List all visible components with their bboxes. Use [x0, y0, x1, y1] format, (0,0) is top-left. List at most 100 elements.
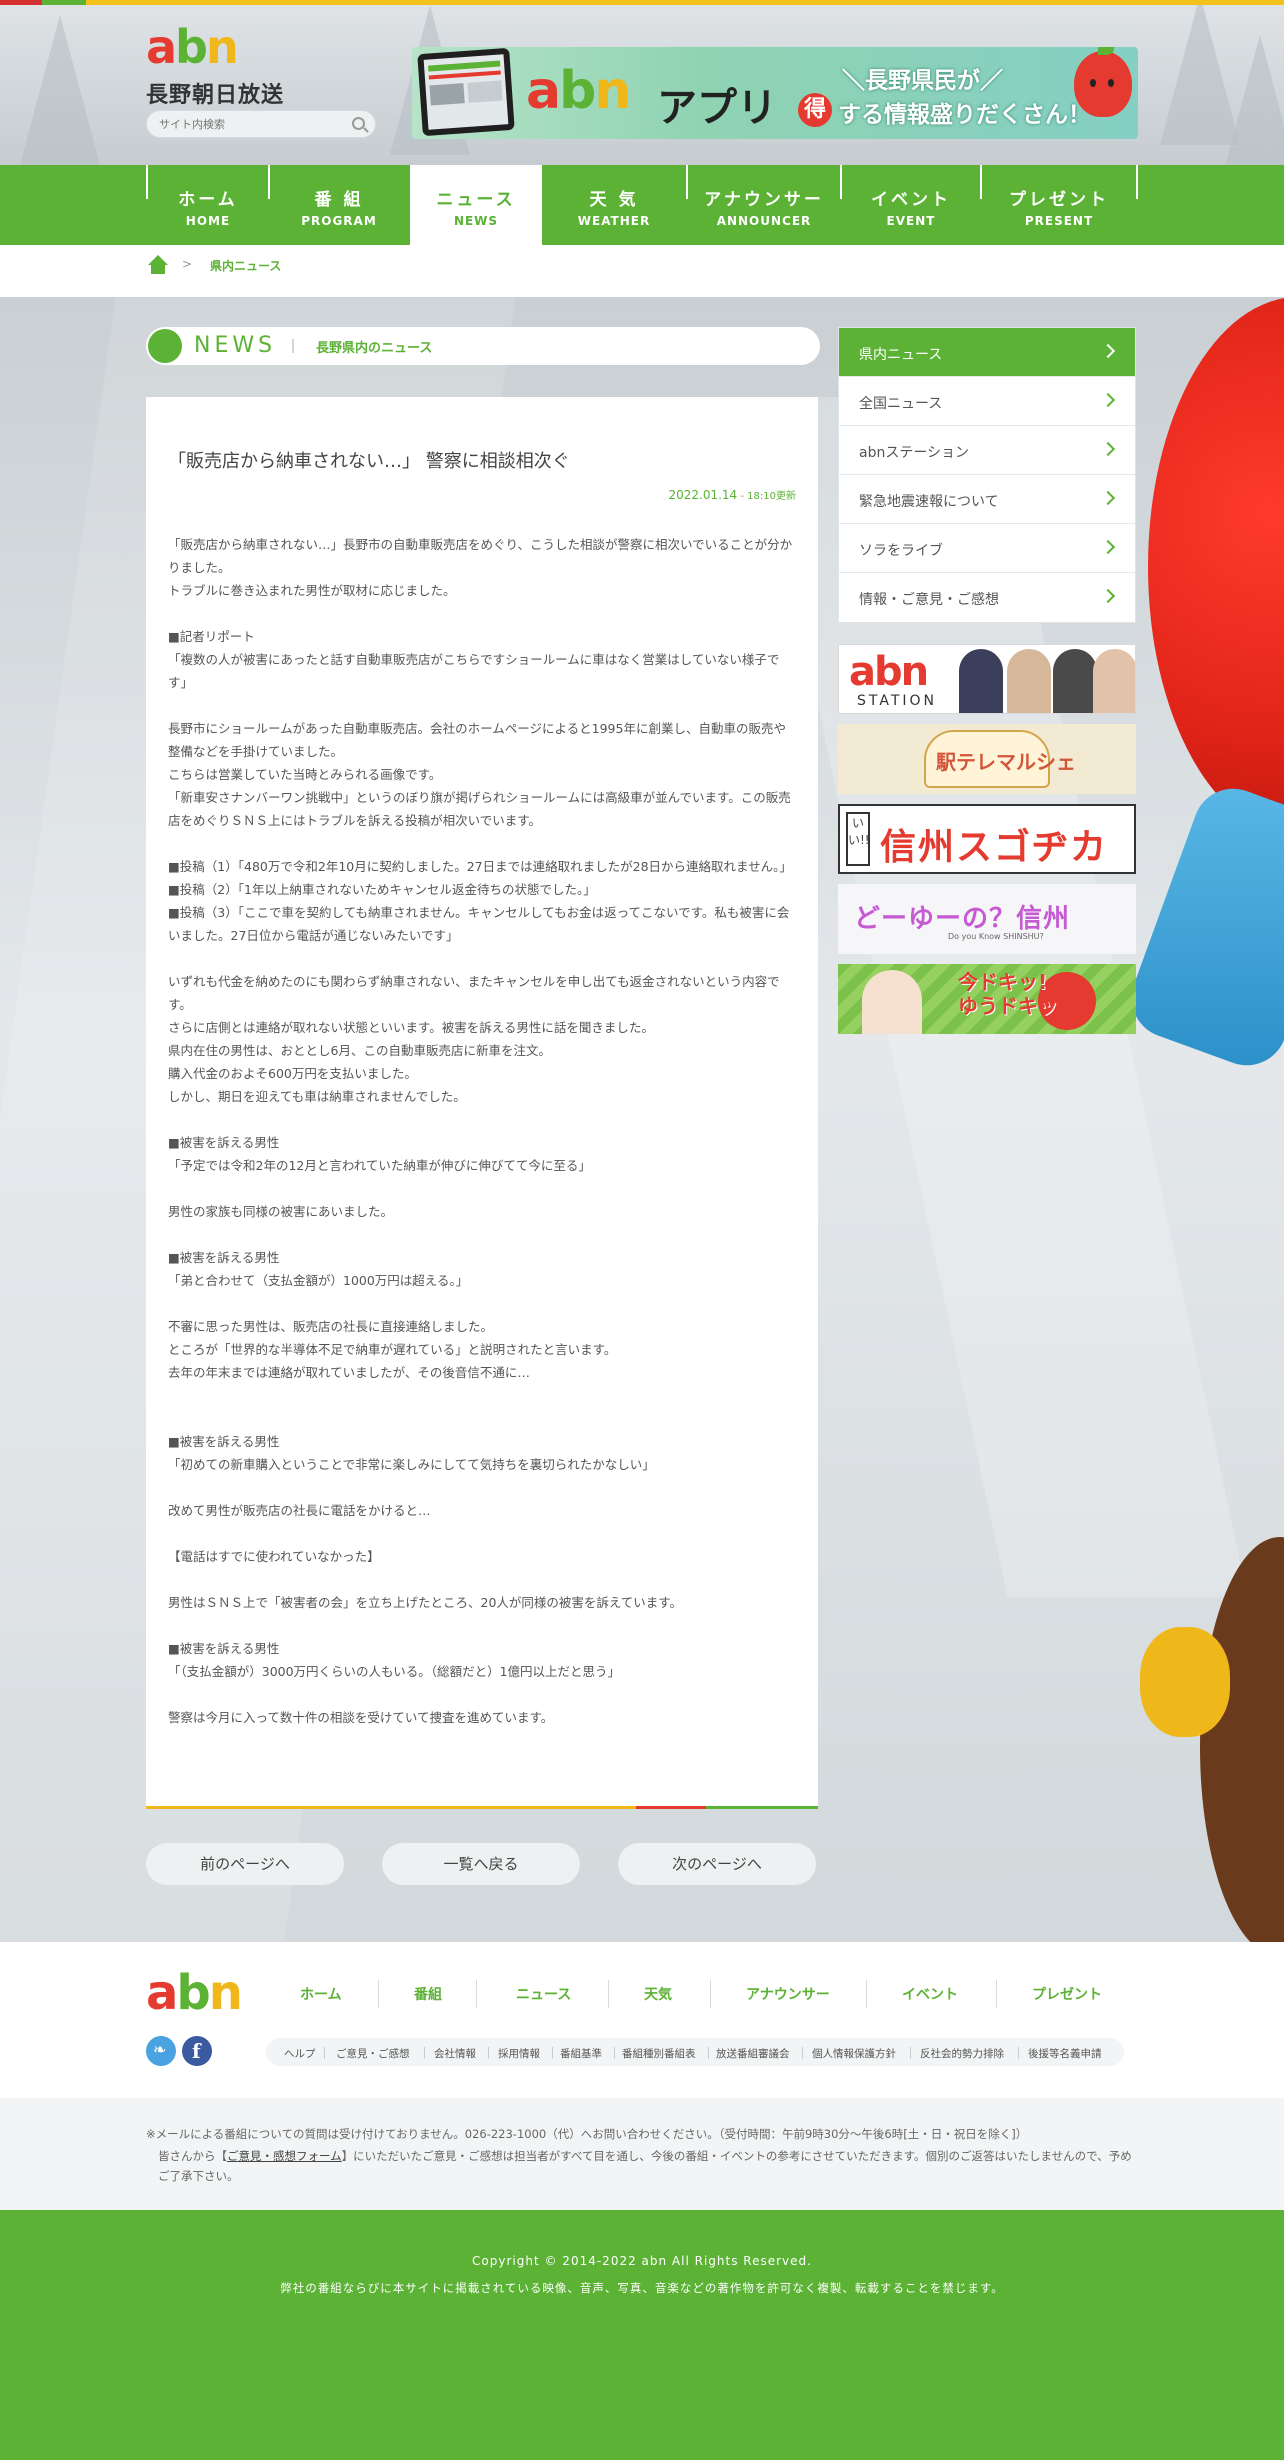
footer-link-recruit[interactable]: 採用情報: [498, 2046, 540, 2061]
banner-imadoki[interactable]: 今ドキッ! ゆうドキッ: [838, 964, 1136, 1034]
article-date: 2022.01.14 - 18:10更新: [668, 488, 796, 502]
feedback-form-link[interactable]: ご意見・感想フォーム: [227, 2149, 342, 2163]
article-paragraph: トラブルに巻き込まれた男性が取材に応じました。: [168, 583, 456, 598]
search-box: [146, 110, 376, 138]
article-paragraph: [168, 602, 796, 625]
article-paragraph: 改めて男性が販売店の社長に電話をかけると…: [168, 1503, 431, 1518]
notice-line1: ※メールによる番組についての質問は受け付けておりません。026-223-1000…: [146, 2127, 1028, 2141]
breadcrumb-current: 県内ニュース: [210, 259, 282, 273]
back-to-list-button[interactable]: 一覧へ戻る: [382, 1843, 580, 1885]
copyright-text: Copyright © 2014-2022 abn All Rights Res…: [472, 2254, 812, 2268]
mascot-body-image: [1200, 1537, 1284, 1942]
nav-news[interactable]: ニュース NEWS: [410, 165, 542, 245]
footer-link-feedback[interactable]: ご意見・ご感想: [336, 2046, 410, 2061]
sidebar-item-sora-live[interactable]: ソラをライブ: [839, 524, 1135, 573]
article-paragraph: さらに店側とは連絡が取れない状態といいます。被害を訴える男性に話を聞きました。: [168, 1020, 654, 1035]
article-paragraph: [168, 1292, 796, 1315]
footer: abn ホーム 番組 ニュース 天気 アナウンサー イベント プレゼント ヘルプ…: [0, 1942, 1284, 2098]
apple-mascot-icon: [1074, 47, 1132, 117]
footer-nav-weather[interactable]: 天気: [644, 1984, 672, 2004]
footer-logo[interactable]: abn: [146, 1968, 243, 2018]
article-paragraph: 「販売店から納車されない…」長野市の自動車販売店をめぐり、こうした相談が警察に相…: [168, 537, 793, 575]
app-banner-badge: 得: [798, 93, 832, 127]
nav-event[interactable]: イベント EVENT: [842, 165, 980, 245]
nav-present[interactable]: プレゼント PRESENT: [982, 165, 1136, 245]
article-paragraph: [168, 1108, 796, 1131]
news-section-header: NEWS 長野県内のニュース: [146, 327, 820, 365]
article-paragraph: 男性の家族も同様の被害にあいました。: [168, 1204, 394, 1219]
sidebar-item-abn-station[interactable]: abnステーション: [839, 426, 1135, 475]
article-paragraph: [168, 1223, 796, 1246]
sidebar-item-national-news[interactable]: 全国ニュース: [839, 377, 1135, 426]
footer-nav-program[interactable]: 番組: [414, 1984, 442, 2004]
sidebar-item-local-news[interactable]: 県内ニュース: [839, 328, 1135, 377]
footer-nav-announcer[interactable]: アナウンサー: [746, 1984, 830, 2004]
article-paragraph: [168, 947, 796, 970]
sidebar-item-earthquake[interactable]: 緊急地震速報について: [839, 475, 1135, 524]
prev-page-button[interactable]: 前のページへ: [146, 1843, 344, 1885]
article-paragraph: しかし、期日を迎えても車は納車されませんでした。: [168, 1089, 466, 1104]
sidebar-menu: 県内ニュース 全国ニュース abnステーション 緊急地震速報について ソラをライ…: [838, 327, 1136, 623]
article-paragraph: ■被害を訴える男性: [168, 1250, 280, 1265]
footer-nav-event[interactable]: イベント: [902, 1984, 958, 2004]
article-paragraph: ■被害を訴える男性: [168, 1135, 280, 1150]
banner-eki-marche[interactable]: 駅テレマルシェ: [838, 724, 1136, 794]
footer-link-help[interactable]: ヘルプ: [284, 2046, 316, 2061]
article-paragraph: ■記者リポート: [168, 629, 255, 644]
home-icon[interactable]: [148, 255, 168, 275]
footer-link-program-type[interactable]: 番組種別番組表: [622, 2046, 696, 2061]
nav-announcer[interactable]: アナウンサー ANNOUNCER: [688, 165, 840, 245]
banner-abn-station[interactable]: abn STATION: [838, 644, 1136, 714]
footer-link-company[interactable]: 会社情報: [434, 2046, 476, 2061]
app-banner-line2: する情報盛りだくさん！: [838, 102, 1091, 128]
twitter-icon[interactable]: [146, 2036, 176, 2066]
site-header: abn 長野朝日放送 abn アプリ ＼長野県民が／ 得 する情報盛りだくさん！: [0, 5, 1284, 165]
notice-line2: 皆さんから【ご意見・感想フォーム】にいただいたご意見・ご感想は担当者がすべて目を…: [158, 2149, 1132, 2183]
footer-link-antisocial[interactable]: 反社会的勢力排除: [920, 2046, 1004, 2061]
sidebar-item-feedback[interactable]: 情報・ご意見・ご感想: [839, 573, 1135, 622]
article-paragraph: こちらは営業していた当時とみられる画像です。: [168, 767, 442, 782]
chevron-right-icon: [1100, 490, 1116, 506]
next-page-button[interactable]: 次のページへ: [618, 1843, 816, 1885]
global-nav: ホーム HOME 番 組 PROGRAM ニュース NEWS 天 気 WEATHER ア…: [0, 165, 1284, 245]
article-paragraph: [168, 1568, 796, 1591]
article-paragraph: 「複数の人が被害にあったと話す自動車販売店がこちらですショールームに車はなく営業…: [168, 652, 780, 690]
footer-nav-home[interactable]: ホーム: [300, 1984, 342, 2004]
nav-weather[interactable]: 天 気 WEATHER: [542, 165, 686, 245]
chevron-right-icon: [1100, 441, 1116, 457]
article-paragraph: 【電話はすでに使われていなかった】: [168, 1549, 380, 1564]
search-icon[interactable]: [352, 117, 365, 130]
logo-subtitle: 長野朝日放送: [146, 83, 285, 108]
nav-home[interactable]: ホーム HOME: [148, 165, 268, 245]
app-banner-logo: abn: [526, 61, 631, 121]
article-paragraph: 購入代金のおよそ600万円を支払いました。: [168, 1066, 417, 1081]
banner-sugochikara[interactable]: いい!! 信州スゴヂカラ: [838, 804, 1136, 874]
phone-image: [417, 47, 515, 137]
app-banner-line1: ＼長野県民が／: [842, 68, 1003, 94]
app-banner[interactable]: abn アプリ ＼長野県民が／ 得 する情報盛りだくさん！: [412, 47, 1138, 139]
copyright-area: Copyright © 2014-2022 abn All Rights Res…: [0, 2210, 1284, 2460]
green-dot-icon: [148, 329, 182, 363]
footer-nav-present[interactable]: プレゼント: [1032, 1984, 1102, 2004]
article-paragraph: 「予定では令和2年の12月と言われていた納車が伸びに伸びてて今に至る」: [168, 1158, 591, 1173]
site-logo[interactable]: abn: [146, 24, 286, 70]
footer-nav-news[interactable]: ニュース: [516, 1984, 571, 2004]
facebook-icon[interactable]: [182, 2036, 212, 2066]
logo-text: abn: [146, 20, 239, 74]
article-body: 「販売店から納車されない…」長野市の自動車販売店をめぐり、こうした相談が警察に相…: [168, 533, 796, 1729]
search-input[interactable]: [147, 111, 327, 137]
article-paragraph: 「弟と合わせて（支払金額が）1000万円は超える。」: [168, 1273, 469, 1288]
article-paragraph: [168, 1384, 796, 1407]
article-title: 「販売店から納車されない…」 警察に相談相次ぐ: [168, 451, 570, 472]
footer-link-privacy[interactable]: 個人情報保護方針: [812, 2046, 896, 2061]
article-paragraph: ■投稿（2）「1年以上納車されないためキャンセル返金待ちの状態でした。」: [168, 882, 596, 897]
footer-link-council[interactable]: 放送番組審議会: [716, 2046, 790, 2061]
footer-link-program-standards[interactable]: 番組基準: [560, 2046, 602, 2061]
copyright-notice: 弊社の番組ならびに本サイトに掲載されている映像、音声、写真、音楽などの著作物を許…: [280, 2281, 1004, 2295]
banner-do-shinshu[interactable]: どーゆーの？信州 Do you Know SHINSHU?: [838, 884, 1136, 954]
footer-link-sponsorship[interactable]: 後援等名義申請: [1028, 2046, 1102, 2061]
article-footer-line: [146, 1806, 818, 1809]
article-paragraph: [168, 694, 796, 717]
article-paragraph: [168, 1476, 796, 1499]
nav-program[interactable]: 番 組 PROGRAM: [270, 165, 408, 245]
